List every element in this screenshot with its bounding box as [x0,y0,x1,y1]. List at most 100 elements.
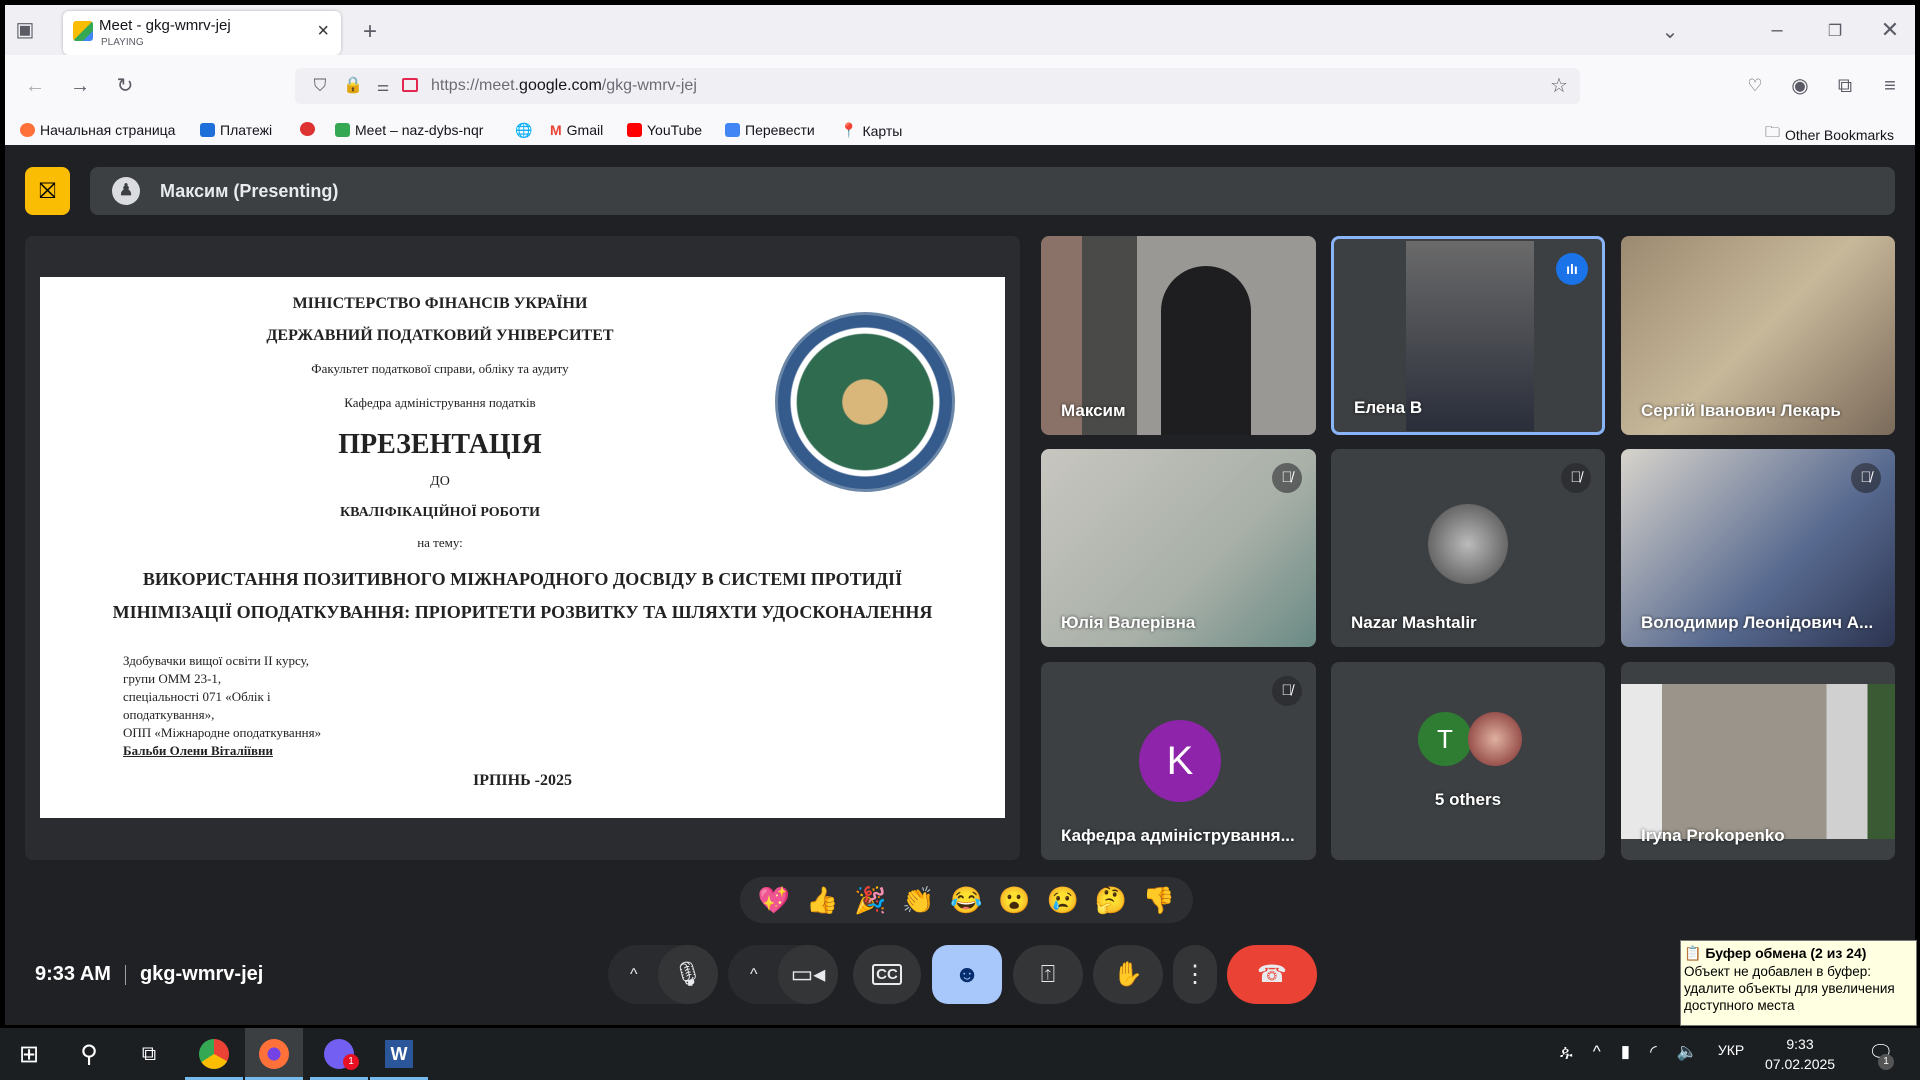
stop-presenting-button[interactable]: ⛝ [25,167,70,215]
task-view-button[interactable]: ⧉ [120,1028,178,1080]
shield-icon[interactable]: ⛉ [305,71,335,101]
bookmark-maps[interactable]: 📍 Карты [840,122,902,139]
bookmark-star-icon[interactable]: ☆ [1544,71,1574,101]
bookmark-translate[interactable]: Перевести [725,122,815,138]
camera-button[interactable]: ▭◂ [778,945,838,1004]
meeting-time: 9:33 AM [35,963,111,985]
translate-icon [725,123,740,137]
menu-icon[interactable]: ≡ [1875,71,1905,101]
hand-icon: ✋ [1113,961,1143,988]
present-button[interactable]: ⍐ [1013,945,1083,1004]
presentation-stage[interactable]: МІНІСТЕРСТВО ФІНАНСІВ УКРАЇНИ ДЕРЖАВНИЙ … [25,236,1020,860]
present-screen-icon: ⍐ [1040,960,1056,988]
permissions-icon[interactable]: ⚌ [368,71,398,101]
people-icon[interactable]: ዹ [1560,1042,1573,1062]
reaction-heart[interactable]: 💖 [758,885,790,916]
bookmark-gmail[interactable]: M Gmail [550,122,603,138]
tab-overview-icon[interactable]: ▣ [10,15,40,45]
presentation-slide: МІНІСТЕРСТВО ФІНАНСІВ УКРАЇНИ ДЕРЖАВНИЙ … [40,277,1005,818]
reaction-thinking[interactable]: 🤔 [1095,885,1127,916]
notification-badge: 1 [343,1054,359,1070]
reload-icon[interactable]: ↻ [110,71,140,101]
search-button[interactable]: ⚲ [60,1028,118,1080]
chrome-taskbar-button[interactable] [185,1028,243,1080]
search-icon: ⚲ [80,1040,98,1068]
reaction-surprised[interactable]: 😮 [998,885,1030,916]
start-button[interactable]: ⊞ [0,1028,58,1080]
clock-date: 07.02.2025 [1765,1056,1836,1072]
bookmark-globe[interactable]: 🌐 [515,122,532,139]
reaction-clap[interactable]: 👏 [902,885,934,916]
others-tile[interactable]: T 5 others [1331,662,1605,860]
word-icon: W [385,1040,413,1068]
participant-tile[interactable]: 🎙̸ Nazar Mashtalir [1331,449,1605,647]
wifi-icon[interactable]: ◜ [1650,1042,1657,1062]
others-count: 5 others [1434,790,1502,809]
viber-taskbar-button[interactable]: 1 [310,1028,368,1080]
participant-tile[interactable]: Iryna Prokopenko [1621,662,1895,860]
bookmark-meet[interactable]: Meet – naz-dybs-nqr [335,122,483,138]
participant-tile[interactable]: Максим [1041,236,1316,435]
participant-tile-speaking[interactable]: ılı Елена В [1331,236,1605,435]
lock-icon[interactable]: 🔒 [338,71,368,101]
leave-call-button[interactable]: ☎ [1227,945,1317,1004]
firefox-icon [20,123,35,137]
bookmark-home[interactable]: Начальная страница [20,122,175,138]
meeting-info: 9:33 AM gkg-wmrv-jej [35,963,263,986]
minimize-icon[interactable]: – [1762,15,1792,45]
captions-icon: CC [872,964,902,985]
word-taskbar-button[interactable]: W [370,1028,428,1080]
new-tab-icon[interactable]: + [355,17,385,47]
participant-tile[interactable]: 🎙̸ Юлія Валерівна [1041,449,1316,647]
bookmark-youtube[interactable]: YouTube [627,122,702,138]
system-tray: ዹ ^ ▮ ◜ 🔈 УКР [1560,1042,1744,1062]
slide-line: ДО [430,474,450,489]
participant-tile[interactable]: K 🎙̸ Кафедра адміністрування... [1041,662,1316,860]
slide-line: ОПП «Міжнародне оподаткування» [123,725,322,740]
participant-tile[interactable]: 🎙̸ Володимир Леонідович А... [1621,449,1895,647]
slide-line: ДЕРЖАВНИЙ ПОДАТКОВИЙ УНІВЕРСИТЕТ [266,327,614,344]
bookmark-payments[interactable]: Платежі [200,122,272,138]
meet-app: ⛝ ♟ Максим (Presenting) МІНІСТЕРСТВО ФІН… [5,145,1915,1025]
more-options-button[interactable]: ⋮ [1173,945,1217,1004]
list-tabs-chevron-icon[interactable]: ⌄ [1655,17,1685,47]
tab-meet[interactable]: Meet - gkg-wmrv-jej PLAYING × [63,11,341,55]
captions-button[interactable]: CC [853,945,921,1004]
reaction-party[interactable]: 🎉 [854,885,886,916]
reaction-sad[interactable]: 😢 [1047,885,1079,916]
taskbar-clock[interactable]: 9:33 07.02.2025 [1765,1034,1835,1074]
restore-icon[interactable]: ❐ [1820,17,1850,47]
extensions-icon[interactable]: ⧉ [1830,71,1860,101]
pocket-icon[interactable]: ♡ [1740,71,1770,101]
mic-off-icon: 🎙̸ [1272,463,1302,493]
camera-sharing-icon[interactable] [402,78,418,92]
volume-icon[interactable]: 🔈 [1677,1042,1698,1062]
firefox-taskbar-button[interactable] [245,1028,303,1080]
reaction-thumbs-down[interactable]: 👎 [1143,885,1175,916]
window-close-icon[interactable]: ✕ [1875,15,1905,45]
video-feed [1406,241,1534,431]
raise-hand-button[interactable]: ✋ [1093,945,1163,1004]
tray-chevron-icon[interactable]: ^ [1593,1042,1601,1062]
other-bookmarks[interactable]: 🗀 Other Bookmarks [1765,122,1894,147]
chrome-icon [199,1039,229,1069]
url-bar[interactable]: ⛉ 🔒 ⚌ https://meet.google.com/gkg-wmrv-j… [295,68,1580,104]
language-indicator[interactable]: УКР [1718,1042,1744,1062]
battery-icon[interactable]: ▮ [1621,1042,1630,1062]
forward-icon[interactable]: → [65,71,95,101]
slide-line: групи ОММ 23-1, [123,671,222,686]
bookmark-app[interactable] [300,122,315,136]
account-icon[interactable]: ◉ [1785,71,1815,101]
back-icon[interactable]: ← [20,71,50,101]
close-tab-icon[interactable]: × [317,20,329,43]
video-feed [1621,684,1895,839]
reaction-laugh[interactable]: 😂 [950,885,982,916]
chevron-up-icon: ^ [630,965,638,983]
action-center-button[interactable]: 🗨 1 [1868,1040,1894,1070]
reactions-button[interactable]: ☻ [932,945,1002,1004]
participant-tile[interactable]: Сергій Іванович Лекарь [1621,236,1895,435]
task-view-icon: ⧉ [141,1042,157,1065]
reaction-thumbs-up[interactable]: 👍 [806,885,838,916]
meet-favicon-icon [73,21,93,41]
mic-button[interactable]: 🎙 [658,945,718,1004]
